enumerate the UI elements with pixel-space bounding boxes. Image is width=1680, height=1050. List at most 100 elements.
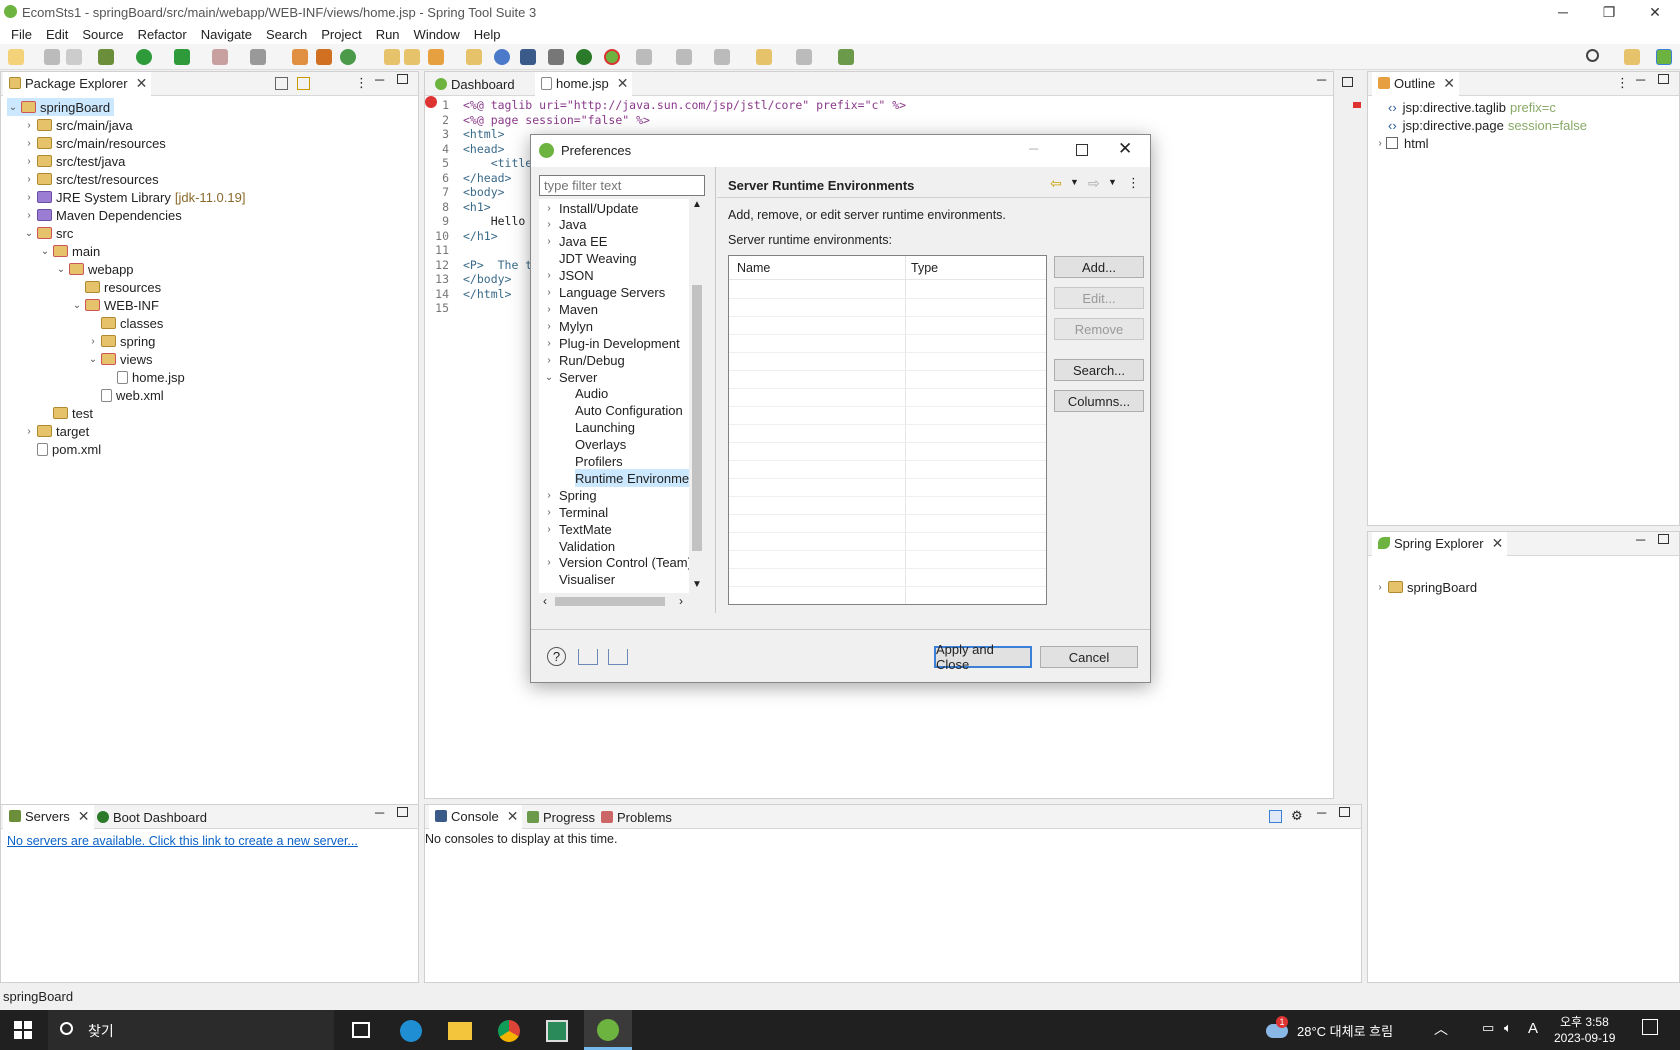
menu-source[interactable]: Source <box>82 27 123 42</box>
view-menu-icon[interactable]: ⋮ <box>1616 75 1629 91</box>
chevron-down-icon[interactable]: ⌄ <box>543 372 555 383</box>
tab-console[interactable]: Console ✕ <box>429 805 523 829</box>
filter-input[interactable] <box>539 175 705 196</box>
chevron-down-icon[interactable]: ⌄ <box>87 354 99 365</box>
chevron-right-icon[interactable]: › <box>23 174 35 185</box>
run-external-icon[interactable] <box>174 49 190 65</box>
menu-project[interactable]: Project <box>321 27 361 42</box>
link-editor-icon[interactable] <box>297 77 310 90</box>
column-header-name[interactable]: Name <box>737 261 770 275</box>
menu-search[interactable]: Search <box>266 27 307 42</box>
back-icon[interactable] <box>756 49 772 65</box>
spring-boot-icon[interactable] <box>576 49 592 65</box>
outline-item[interactable]: › html <box>1374 134 1428 152</box>
tree-item[interactable]: › src/main/java <box>23 116 137 134</box>
next-annotation-icon[interactable] <box>636 49 652 65</box>
tree-item[interactable]: pom.xml <box>23 440 105 458</box>
columns-button[interactable]: Columns... <box>1054 390 1144 412</box>
tree-item[interactable]: ⌄ src <box>23 224 77 242</box>
menu-help[interactable]: Help <box>474 27 501 42</box>
runtime-table[interactable]: Name Type <box>728 255 1047 605</box>
pref-tree-item[interactable]: Profilers <box>575 453 623 471</box>
tab-problems[interactable]: Problems <box>595 805 676 829</box>
tree-item[interactable]: home.jsp <box>103 368 189 386</box>
tree-item[interactable]: resources <box>71 278 165 296</box>
tab-home-jsp[interactable]: home.jsp ✕ <box>535 72 633 96</box>
chevron-right-icon[interactable]: › <box>23 156 35 167</box>
back-nav-icon[interactable]: ⇦ <box>1050 175 1062 192</box>
chevron-right-icon[interactable]: › <box>543 490 555 501</box>
scroll-thumb[interactable] <box>692 285 702 551</box>
chevron-right-icon[interactable]: › <box>23 426 35 437</box>
tree-item[interactable]: › spring <box>87 332 159 350</box>
pin-console-icon[interactable] <box>1269 810 1282 823</box>
tab-outline[interactable]: Outline ✕ <box>1372 72 1459 96</box>
maximize-view-icon[interactable] <box>397 74 408 84</box>
stop-icon[interactable] <box>212 49 228 65</box>
chevron-right-icon[interactable]: › <box>23 120 35 131</box>
tab-boot-dashboard[interactable]: Boot Dashboard <box>91 805 211 829</box>
close-tab-icon[interactable]: ✕ <box>507 808 519 825</box>
collapse-all-icon[interactable] <box>275 77 288 90</box>
search-icon[interactable] <box>1586 49 1599 62</box>
sts-taskbar-item[interactable] <box>584 1010 632 1050</box>
pref-tree-item[interactable]: Audio <box>575 385 608 403</box>
pref-tree-item[interactable]: Auto Configuration <box>575 402 683 420</box>
chevron-right-icon[interactable]: › <box>543 219 555 230</box>
edge-icon[interactable] <box>400 1020 422 1042</box>
chevron-right-icon[interactable]: › <box>543 524 555 535</box>
pref-tree-item[interactable]: › JSON <box>543 267 593 285</box>
java-ee-perspective-icon[interactable] <box>1624 49 1640 65</box>
chevron-right-icon[interactable]: › <box>543 287 555 298</box>
pref-tree-item[interactable]: › Spring <box>543 486 596 504</box>
open-type-icon[interactable] <box>384 49 400 65</box>
remove-button[interactable]: Remove <box>1054 318 1144 340</box>
network-icon[interactable]: ▭ <box>1482 1020 1494 1036</box>
open-folder-icon[interactable] <box>404 49 420 65</box>
spring-project-item[interactable]: › springBoard <box>1374 578 1477 596</box>
tab-progress[interactable]: Progress <box>521 805 599 829</box>
dialog-maximize-button[interactable] <box>1076 144 1088 156</box>
minimize-button[interactable]: ─ <box>1540 0 1586 24</box>
chevron-right-icon[interactable]: › <box>543 321 555 332</box>
pref-tree-item[interactable]: › Terminal <box>543 503 608 521</box>
pref-tree-item[interactable]: › Maven <box>543 300 598 318</box>
pref-tree-item[interactable]: › Version Control (Team) <box>543 554 692 572</box>
pref-tree-item[interactable]: › Mylyn <box>543 317 593 335</box>
close-tab-icon[interactable]: ✕ <box>136 75 148 92</box>
taskbar-search[interactable]: 찾기 <box>48 1010 334 1050</box>
spring-status-icon[interactable] <box>604 49 620 65</box>
pref-tree-item[interactable]: › Java EE <box>543 233 607 251</box>
maximize-view-icon[interactable] <box>1658 534 1669 544</box>
minimize-view-icon[interactable]: ─ <box>1636 72 1645 87</box>
chevron-right-icon[interactable]: › <box>543 338 555 349</box>
chevron-right-icon[interactable]: › <box>543 355 555 366</box>
windows-start-icon[interactable] <box>14 1021 32 1039</box>
debug-icon[interactable] <box>98 49 114 65</box>
tree-item[interactable]: › JRE System Library [jdk-11.0.19] <box>23 188 245 206</box>
add-button[interactable]: Add... <box>1054 256 1144 278</box>
tree-item[interactable]: test <box>39 404 97 422</box>
clock-time[interactable]: 오후 3:58 <box>1560 1013 1609 1030</box>
volume-icon[interactable]: 🔈︎ <box>1504 1020 1512 1036</box>
tab-package-explorer[interactable]: Package Explorer ✕ <box>3 72 152 96</box>
console-icon[interactable] <box>520 49 536 65</box>
tree-item[interactable]: ⌄ main <box>39 242 104 260</box>
outline-item[interactable]: ‹› jsp:directive.taglib prefix=c <box>1388 98 1556 116</box>
view-menu-icon[interactable]: ⋮ <box>355 75 368 91</box>
close-tab-icon[interactable]: ✕ <box>1492 535 1504 552</box>
column-header-type[interactable]: Type <box>911 261 938 275</box>
menu-refactor[interactable]: Refactor <box>138 27 187 42</box>
clock-date[interactable]: 2023-09-19 <box>1554 1031 1615 1045</box>
edit-button[interactable]: Edit... <box>1054 287 1144 309</box>
tree-item[interactable]: web.xml <box>87 386 168 404</box>
save-icon[interactable] <box>44 49 60 65</box>
export-icon[interactable] <box>608 649 628 665</box>
dialog-close-button[interactable]: ✕ <box>1118 139 1132 159</box>
tree-item[interactable]: › Maven Dependencies <box>23 206 186 224</box>
console-settings-icon[interactable]: ⚙ <box>1291 808 1303 824</box>
tree-item[interactable]: ⌄ springBoard <box>7 98 115 116</box>
cancel-button[interactable]: Cancel <box>1040 646 1138 668</box>
pref-tree-item[interactable]: Runtime Environmen <box>575 469 697 488</box>
tree-item[interactable]: ⌄ webapp <box>55 260 138 278</box>
